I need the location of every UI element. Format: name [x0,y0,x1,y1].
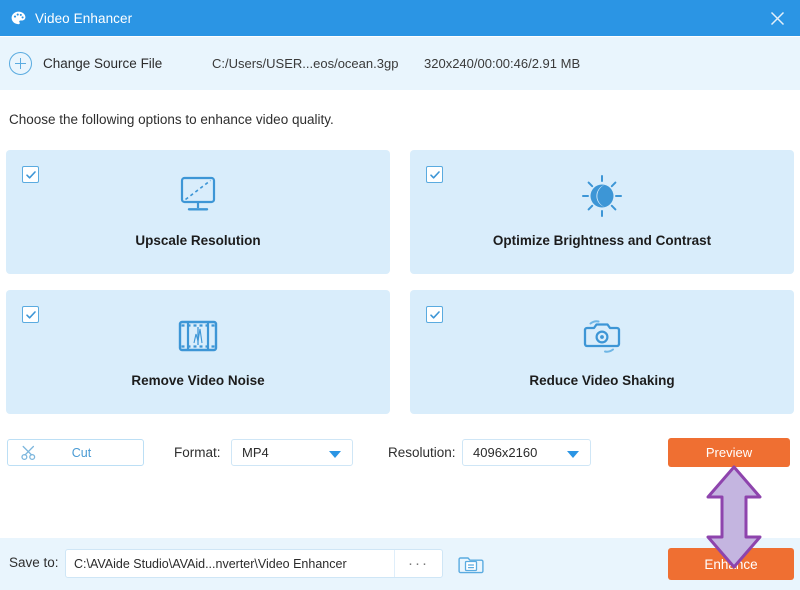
format-label: Format: [174,445,221,460]
source-file-path: C:/Users/USER...eos/ocean.3gp [212,56,399,71]
chevron-down-icon[interactable] [329,451,341,458]
window-title: Video Enhancer [35,10,133,26]
resolution-select-value: 4096x2160 [473,445,538,460]
camera-icon [410,312,794,360]
brightness-sun-icon [410,172,794,220]
option-label-optimize-brightness: Optimize Brightness and Contrast [492,233,712,248]
option-card-remove-video-noise[interactable]: Remove Video Noise [6,290,390,414]
close-icon[interactable] [754,0,800,36]
option-card-upscale-resolution[interactable]: Upscale Resolution [6,150,390,274]
change-source-file-button[interactable]: Change Source File [43,56,162,71]
video-enhancer-window: Video Enhancer Change Source File C:/Use… [0,0,800,590]
plus-circle-icon[interactable] [9,52,32,75]
scissors-icon [20,445,38,461]
source-file-bar: Change Source File C:/Users/USER...eos/o… [0,37,800,90]
option-label-reduce-video-shaking: Reduce Video Shaking [529,373,675,388]
save-to-path-field[interactable]: C:\AVAide Studio\AVAid...nverter\Video E… [65,549,443,578]
title-bar: Video Enhancer [0,0,800,36]
save-to-label: Save to: [9,555,59,570]
source-file-meta: 320x240/00:00:46/2.91 MB [424,56,581,71]
format-select-value: MP4 [242,445,269,460]
open-folder-icon[interactable] [458,552,484,580]
option-card-reduce-video-shaking[interactable]: Reduce Video Shaking [410,290,794,414]
controls-row: Cut Format: MP4 Resolution: 4096x2160 Pr… [0,438,800,474]
instruction-text: Choose the following options to enhance … [9,112,334,127]
preview-button-label: Preview [705,445,753,460]
resolution-select[interactable]: 4096x2160 [462,439,591,466]
option-label-remove-video-noise: Remove Video Noise [131,373,265,388]
palette-icon [9,9,27,27]
format-select[interactable]: MP4 [231,439,353,466]
resolution-label: Resolution: [388,445,456,460]
film-strip-icon [6,312,390,360]
browse-button[interactable]: ··· [394,550,442,577]
enhance-button[interactable]: Enhance [668,548,794,580]
preview-button[interactable]: Preview [668,438,790,467]
cut-button-label: Cut [71,445,92,460]
save-to-path-value: C:\AVAide Studio\AVAid...nverter\Video E… [74,556,347,571]
cut-button[interactable]: Cut [7,439,144,466]
enhance-options-grid: Upscale Resolution Optimize Brightness a… [6,150,794,414]
option-card-optimize-brightness[interactable]: Optimize Brightness and Contrast [410,150,794,274]
option-label-upscale-resolution: Upscale Resolution [135,233,261,248]
chevron-down-icon[interactable] [567,451,579,458]
monitor-icon [6,172,390,220]
enhance-button-label: Enhance [704,556,758,572]
